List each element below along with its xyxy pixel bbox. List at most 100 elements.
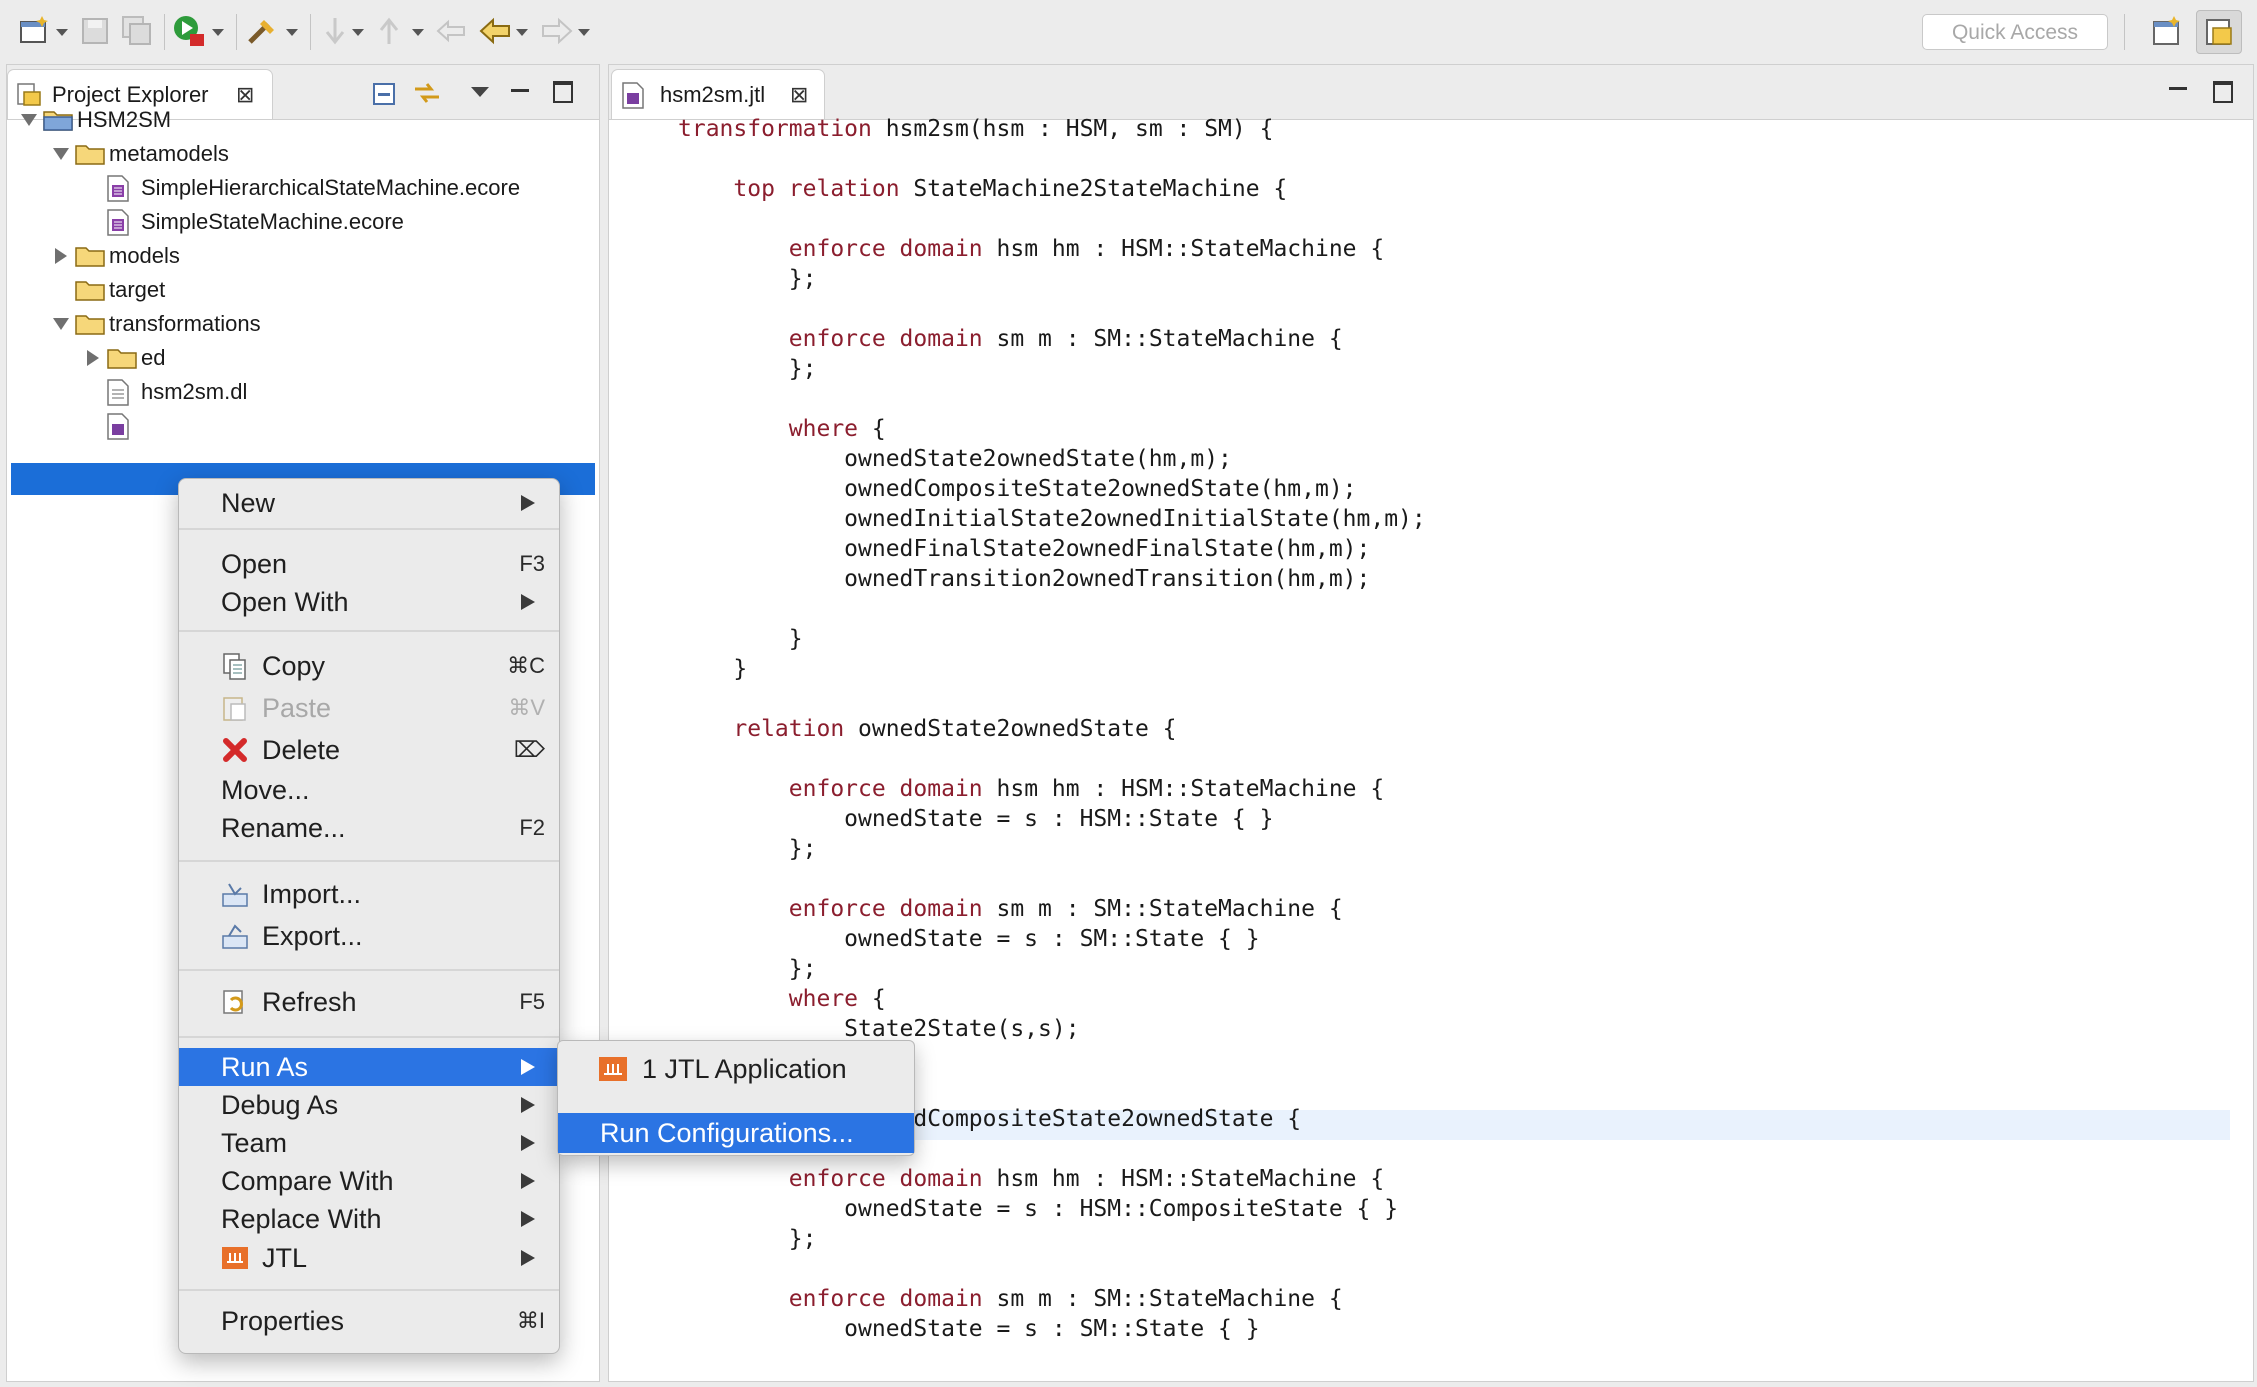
menu-item-open-label: Open	[221, 549, 288, 579]
forward-dropdown-caret[interactable]	[578, 29, 590, 36]
minimize-icon[interactable]	[2169, 87, 2187, 90]
quick-access-field[interactable]: Quick Access	[1922, 14, 2108, 50]
menu-item-jtl-application-label: 1 JTL Application	[642, 1054, 847, 1084]
last-edit-location-icon[interactable]	[434, 14, 468, 48]
ecore-file-icon	[107, 209, 129, 236]
menu-item-move[interactable]: Move...	[179, 771, 559, 809]
menu-item-run-as-label: Run As	[221, 1052, 309, 1082]
new-wizard-icon[interactable]	[18, 14, 52, 48]
code-line: enforce domain sm m : SM::StateMachine {	[678, 894, 1426, 924]
submenu-arrow-icon	[521, 1059, 535, 1075]
menu-item-jtl-application[interactable]: 1 JTL Application	[558, 1049, 914, 1089]
menu-item-new[interactable]: New	[179, 484, 559, 522]
code-keyword: relation	[733, 716, 845, 742]
menu-item-team-label: Team	[221, 1128, 288, 1158]
folder-icon	[75, 315, 105, 335]
code-line: enforce domain sm m : SM::StateMachine {	[678, 1284, 1426, 1314]
menu-item-paste[interactable]: Paste ⌘V	[179, 689, 559, 727]
menu-item-properties-label: Properties	[221, 1306, 345, 1336]
previous-annotation-caret[interactable]	[412, 29, 424, 36]
menu-item-debug-as[interactable]: Debug As	[179, 1086, 559, 1124]
menu-item-replace-with[interactable]: Replace With	[179, 1200, 559, 1238]
menu-item-run-as[interactable]: Run As	[179, 1048, 559, 1086]
back-arrow-icon[interactable]	[478, 14, 512, 48]
submenu-arrow-icon	[521, 1097, 535, 1113]
minimize-icon[interactable]	[511, 89, 529, 92]
maximize-icon[interactable]	[553, 81, 573, 103]
menu-item-compare-with[interactable]: Compare With	[179, 1162, 559, 1200]
delete-icon	[223, 738, 247, 762]
tree-item[interactable]: HSM2SM	[7, 103, 587, 137]
expanded-arrow-icon[interactable]	[53, 318, 69, 330]
menu-item-run-configurations[interactable]: Run Configurations...	[558, 1113, 914, 1153]
code-text: ownedInitialState2ownedInitialState(hm,m…	[678, 506, 1426, 532]
menu-item-team[interactable]: Team	[179, 1124, 559, 1162]
tree-item[interactable]: hsm2sm.jtl	[7, 409, 587, 443]
menu-item-open[interactable]: Open F3	[179, 545, 559, 583]
menu-item-jtl[interactable]: JTL	[179, 1239, 559, 1277]
run-icon[interactable]	[172, 14, 206, 48]
code-line: ownedState = s : HSM::State { }	[678, 804, 1426, 834]
expanded-arrow-icon[interactable]	[53, 148, 69, 160]
menu-item-copy[interactable]: Copy ⌘C	[179, 647, 559, 685]
menu-item-delete[interactable]: Delete ⌦	[179, 731, 559, 769]
shortcut-label: ⌘V	[508, 695, 545, 720]
menu-item-refresh[interactable]: Refresh F5	[179, 983, 559, 1021]
code-editor-text[interactable]: transformation hsm2sm(hsm : HSM, sm : SM…	[678, 114, 1426, 1344]
tree-item[interactable]: target	[7, 273, 587, 307]
tools-dropdown-caret[interactable]	[286, 29, 298, 36]
text-file-icon	[107, 379, 129, 406]
save-icon[interactable]	[78, 14, 112, 48]
forward-arrow-icon[interactable]	[540, 14, 574, 48]
tree-item[interactable]: SimpleHierarchicalStateMachine.ecore	[7, 171, 587, 205]
folder-icon	[75, 145, 105, 165]
menu-item-import[interactable]: Import...	[179, 875, 559, 913]
open-perspective-icon[interactable]	[2150, 14, 2184, 48]
project-folder-icon	[43, 111, 73, 131]
tree-item[interactable]: transformations	[7, 307, 587, 341]
tree-item[interactable]: models	[7, 239, 587, 273]
tree-item-label: hsm2sm.jtl	[141, 413, 247, 438]
toolbar-separator	[310, 14, 311, 50]
run-dropdown-caret[interactable]	[212, 29, 224, 36]
collapsed-arrow-icon[interactable]	[55, 248, 67, 264]
menu-item-properties[interactable]: Properties ⌘I	[179, 1302, 559, 1340]
tree-item[interactable]: ed	[7, 341, 587, 375]
resource-perspective-button[interactable]	[2196, 10, 2242, 54]
next-annotation-icon[interactable]	[318, 14, 352, 48]
back-dropdown-caret[interactable]	[516, 29, 528, 36]
code-text: ownedTransition2ownedTransition(hm,m);	[678, 566, 1371, 592]
menu-item-open-with[interactable]: Open With	[179, 583, 559, 621]
code-line: ownedState = s : SM::State { }	[678, 924, 1426, 954]
menu-item-export[interactable]: Export...	[179, 917, 559, 955]
jtl-icon	[222, 1247, 248, 1269]
editor-tab-strip: hsm2sm.jtl ⊠	[609, 65, 2253, 120]
previous-annotation-icon[interactable]	[372, 14, 406, 48]
save-all-icon[interactable]	[120, 14, 154, 48]
close-icon[interactable]: ⊠	[790, 82, 808, 108]
code-text: hsm hm : HSM::StateMachine {	[982, 776, 1385, 802]
toolbar-separator	[164, 14, 165, 50]
tab-hsm2sm-jtl[interactable]: hsm2sm.jtl ⊠	[611, 69, 825, 119]
code-line: ownedState = s : SM::State { }	[678, 1314, 1426, 1344]
next-annotation-caret[interactable]	[352, 29, 364, 36]
tree-item[interactable]: SimpleStateMachine.ecore	[7, 205, 587, 239]
maximize-icon[interactable]	[2213, 81, 2233, 103]
tree-item[interactable]: hsm2sm.dl	[7, 375, 587, 409]
tree-item[interactable]: metamodels	[7, 137, 587, 171]
code-keyword: enforce domain	[788, 1166, 983, 1192]
expanded-arrow-icon[interactable]	[21, 114, 37, 126]
menu-item-new-label: New	[221, 488, 276, 518]
new-dropdown-caret[interactable]	[56, 29, 68, 36]
menu-item-move-label: Move...	[221, 775, 310, 805]
folder-icon	[75, 247, 105, 267]
collapsed-arrow-icon[interactable]	[87, 350, 99, 366]
menu-item-rename[interactable]: Rename... F2	[179, 809, 559, 847]
view-menu-icon[interactable]	[471, 87, 489, 97]
external-tools-icon[interactable]	[246, 14, 280, 48]
